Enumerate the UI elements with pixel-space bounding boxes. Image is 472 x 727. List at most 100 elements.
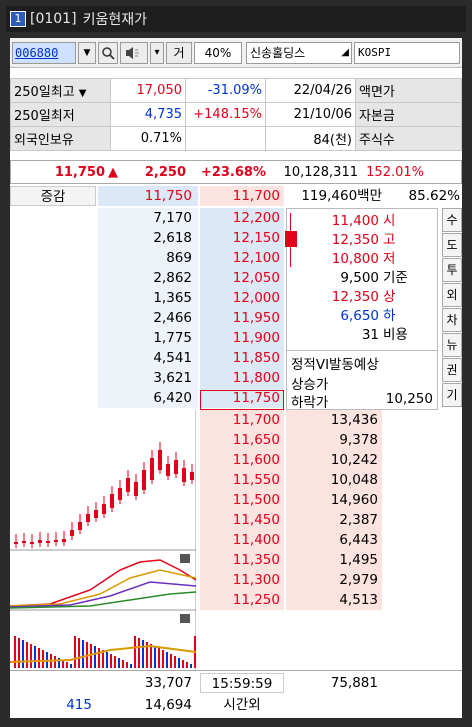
- totals-bar: 33,707 15:59:59 75,881 415 14,694 시간외: [10, 670, 462, 718]
- bid-price[interactable]: 11,650: [200, 430, 284, 450]
- stock-code-input[interactable]: 006880: [12, 42, 76, 64]
- code-dropdown-button[interactable]: ▼: [78, 42, 96, 64]
- side-button-3[interactable]: 외: [442, 283, 462, 307]
- trade-amount: 119,460백만: [301, 188, 382, 204]
- quote-value: 11,400: [331, 213, 379, 229]
- search-icon[interactable]: [98, 42, 118, 64]
- volume-bar: [126, 662, 128, 668]
- volume-bar: [166, 652, 168, 668]
- title-bar[interactable]: 1 [0101] 키움현재가: [6, 6, 466, 32]
- info-rate: [185, 126, 266, 151]
- ask-volume: 1,775: [153, 330, 192, 346]
- quote-value: 12,350: [331, 232, 379, 248]
- bid-price[interactable]: 11,450: [200, 510, 284, 530]
- side-button-0[interactable]: 수: [442, 208, 462, 232]
- bid-price[interactable]: 11,700: [200, 410, 284, 430]
- side-button-5[interactable]: 뉴: [442, 333, 462, 357]
- bid-volume: 13,436: [286, 410, 382, 430]
- info-row: 외국인보유 0.71% 84(천) 주식수: [10, 126, 462, 151]
- screen-code: [0101]: [30, 11, 77, 27]
- ask-price[interactable]: 12,050: [200, 268, 284, 288]
- ask-volume: 2,466: [153, 310, 192, 326]
- info-row: 250일최고 ▼ 17,050 -31.09% 22/04/26 액면가: [10, 78, 462, 103]
- vi-down-label: 하락가: [291, 395, 329, 411]
- quote-label: 상: [383, 289, 396, 305]
- ask-price[interactable]: 12,100: [200, 248, 284, 268]
- volume-bar: [78, 638, 80, 668]
- left-count: 415: [66, 697, 92, 713]
- bid-volume: 10,048: [286, 470, 382, 490]
- quote-value: 9,500: [340, 270, 379, 286]
- change-rate: +23.68%: [200, 164, 266, 180]
- quote-value: 12,350: [331, 289, 379, 305]
- bid-price[interactable]: 11,550: [200, 470, 284, 490]
- options-dropdown-button[interactable]: ▾: [150, 42, 164, 64]
- ask-price[interactable]: 11,800: [200, 368, 284, 388]
- bid-price[interactable]: 11,500: [200, 490, 284, 510]
- price-change: 2,250: [144, 164, 186, 180]
- volume-bar: [38, 648, 40, 668]
- side-button-7[interactable]: 기: [442, 383, 462, 407]
- market-field: KOSPI: [354, 42, 460, 64]
- speaker-icon[interactable]: [120, 42, 148, 64]
- side-button-4[interactable]: 차: [442, 308, 462, 332]
- side-button-1[interactable]: 도: [442, 233, 462, 257]
- candle-marker: [285, 231, 297, 247]
- volume-bar: [30, 644, 32, 668]
- bid-volume: 14,960: [286, 490, 382, 510]
- info-table: 250일최고 ▼ 17,050 -31.09% 22/04/26 액면가 250일…: [10, 78, 462, 151]
- stock-name-field[interactable]: 신송홀딩스 ◢: [246, 42, 352, 64]
- ask-price[interactable]: 11,900: [200, 328, 284, 348]
- bid-price[interactable]: 11,400: [200, 530, 284, 550]
- ask-volume: 2,862: [153, 270, 192, 286]
- change-label[interactable]: 증감: [10, 186, 96, 206]
- volume-bar: [90, 644, 92, 668]
- info-label[interactable]: 250일최고 ▼: [10, 78, 111, 103]
- bid-total: 75,881: [330, 675, 378, 691]
- bid-price[interactable]: 11,600: [200, 450, 284, 470]
- bid-price[interactable]: 11,350: [200, 550, 284, 570]
- bid-price[interactable]: 11,300: [200, 570, 284, 590]
- info-price: 4,735: [110, 102, 186, 127]
- ask-volume: 7,170: [153, 210, 192, 226]
- ask-price[interactable]: 12,000: [200, 288, 284, 308]
- info-tag: 자본금: [355, 102, 462, 127]
- ask-price[interactable]: 11,950: [200, 308, 284, 328]
- ask-price[interactable]: 11,850: [200, 348, 284, 368]
- bid-volume: 2,387: [286, 510, 382, 530]
- info-rate: -31.09%: [185, 78, 266, 103]
- quote-label: 기준: [383, 270, 408, 286]
- geo-button[interactable]: 거: [166, 42, 192, 64]
- info-date: 22/04/26: [265, 78, 356, 103]
- best-ask: 11,750: [98, 186, 198, 206]
- volume-bar: [106, 652, 108, 668]
- volume-bar: [162, 650, 164, 668]
- toolbar: 006880 ▼ ▾ 거 40% 신송홀딩스 ◢ KOSPI: [10, 38, 462, 68]
- info-date: 84(천): [265, 126, 356, 151]
- ask-price[interactable]: 12,200: [200, 208, 284, 228]
- volume-bar: [70, 664, 72, 668]
- info-price: 0.71%: [110, 126, 186, 151]
- price-bar: 11,750 ▲ 2,250 +23.68% 10,128,311 152.01…: [10, 160, 462, 184]
- order-book: 7,170 12,200 2,618 12,150 869 12,100 2,862 12,0…: [10, 208, 462, 713]
- bid-volume: 9,378: [286, 430, 382, 450]
- current-price-highlight: [200, 390, 284, 410]
- bid-volume: 2,979: [286, 570, 382, 590]
- side-button-6[interactable]: 권: [442, 358, 462, 382]
- percent-button[interactable]: 40%: [194, 42, 242, 64]
- quote-label: 하: [383, 308, 396, 324]
- volume-bar: [158, 648, 160, 668]
- volume-bar: [34, 646, 36, 668]
- amount-ratio: 85.62%: [408, 188, 460, 204]
- ask-price[interactable]: 12,150: [200, 228, 284, 248]
- current-price: 11,750: [54, 164, 105, 180]
- volume-bar: [94, 646, 96, 668]
- info-date: 21/10/06: [265, 102, 356, 127]
- volume: 10,128,311: [283, 164, 358, 180]
- side-button-2[interactable]: 투: [442, 258, 462, 282]
- bid-price[interactable]: 11,250: [200, 590, 284, 610]
- volume-bar: [178, 658, 180, 668]
- volume-bar: [54, 656, 56, 668]
- info-price: 17,050: [110, 78, 186, 103]
- volume-bar: [122, 660, 124, 668]
